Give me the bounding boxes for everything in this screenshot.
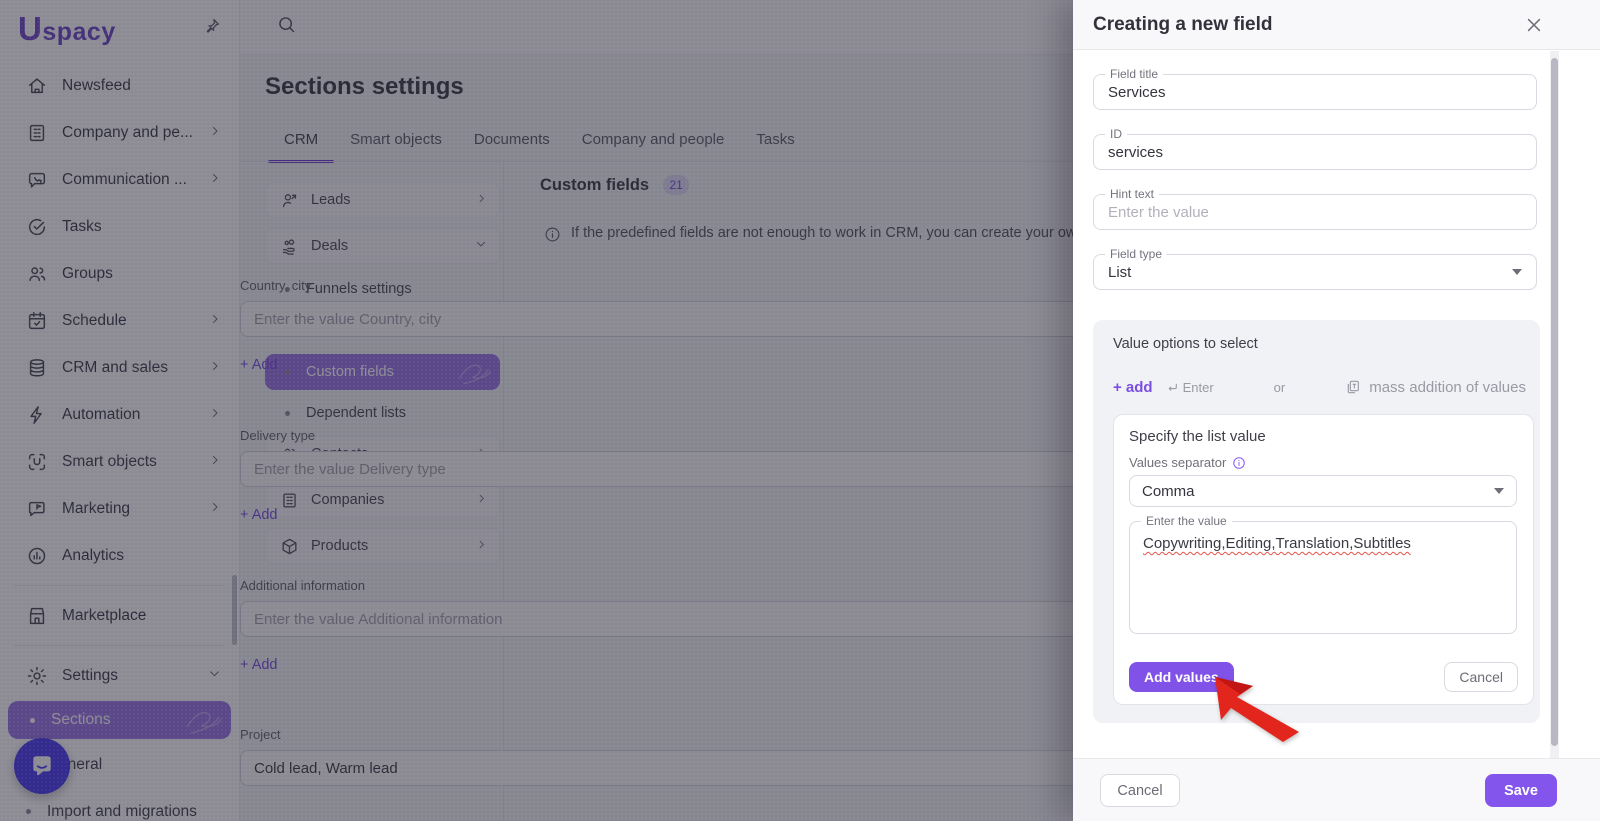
app-root: Uspacy Newsfeed Company and pe... Commun… bbox=[0, 0, 1600, 821]
field-title-field: Field title bbox=[1093, 74, 1537, 110]
field-type-label: Field type bbox=[1105, 247, 1167, 261]
enter-value-label: Enter the value bbox=[1141, 514, 1232, 528]
values-separator-select[interactable]: Comma bbox=[1129, 475, 1517, 507]
panel-scrollbar-thumb[interactable] bbox=[1551, 58, 1558, 746]
field-title-label: Field title bbox=[1105, 67, 1163, 81]
hint-text-input[interactable] bbox=[1094, 195, 1536, 229]
mass-addition-link[interactable]: mass addition of values bbox=[1345, 379, 1526, 396]
value-options-title: Value options to select bbox=[1113, 336, 1258, 352]
field-id-label: ID bbox=[1105, 127, 1127, 141]
card-title: Specify the list value bbox=[1129, 428, 1266, 445]
return-arrow-icon bbox=[1166, 381, 1179, 394]
panel-header: Creating a new field bbox=[1073, 0, 1600, 50]
value-options-section: Value options to select + add Enter or m… bbox=[1093, 320, 1540, 723]
add-option-link[interactable]: + add bbox=[1113, 379, 1153, 396]
cancel-values-button[interactable]: Cancel bbox=[1444, 662, 1518, 692]
red-pointer-arrow bbox=[1207, 670, 1311, 746]
values-separator-label: Values separator bbox=[1129, 455, 1246, 470]
field-id-field: ID bbox=[1093, 134, 1537, 170]
chevron-down-icon bbox=[1512, 269, 1522, 275]
field-id-input[interactable] bbox=[1094, 135, 1536, 169]
close-icon[interactable] bbox=[1524, 15, 1544, 35]
list-values-textarea[interactable]: Copywriting,Editing,Translation,Subtitle… bbox=[1130, 522, 1516, 633]
panel-save-button[interactable]: Save bbox=[1485, 774, 1557, 807]
info-icon[interactable] bbox=[1232, 456, 1246, 470]
panel-cancel-button[interactable]: Cancel bbox=[1100, 774, 1180, 807]
enter-hint: Enter bbox=[1166, 380, 1214, 395]
creating-new-field-panel: Creating a new field Field title ID Hint… bbox=[1073, 0, 1600, 821]
or-label: or bbox=[1274, 380, 1286, 395]
mass-addition-icon bbox=[1345, 379, 1361, 395]
chevron-down-icon bbox=[1494, 488, 1504, 494]
hint-text-field: Hint text bbox=[1093, 194, 1537, 230]
specify-list-value-card: Specify the list value Values separator … bbox=[1113, 414, 1534, 705]
list-values-field: Enter the value Copywriting,Editing,Tran… bbox=[1129, 521, 1517, 634]
hint-text-label: Hint text bbox=[1105, 187, 1159, 201]
panel-footer: Cancel Save bbox=[1073, 758, 1600, 821]
field-type-field: Field type List bbox=[1093, 254, 1537, 290]
panel-title: Creating a new field bbox=[1093, 14, 1272, 36]
